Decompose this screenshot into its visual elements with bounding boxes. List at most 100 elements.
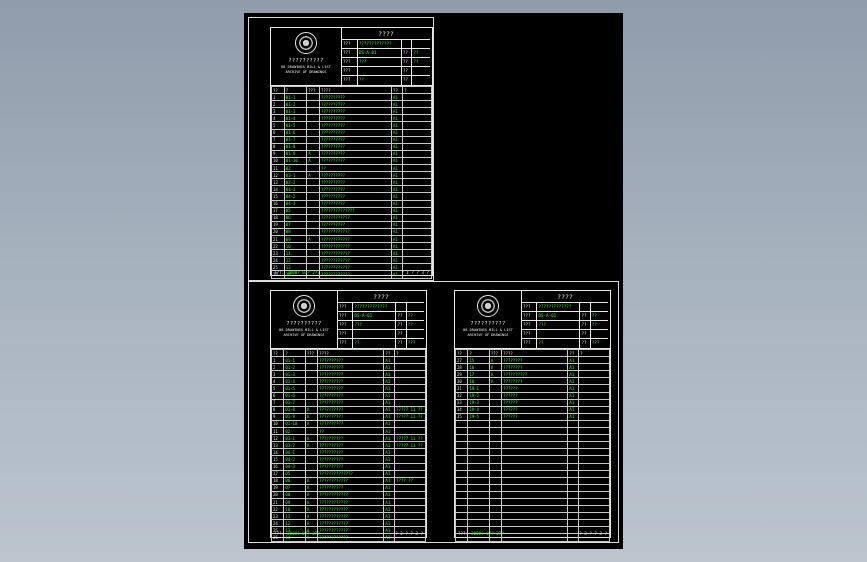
table-header-cell: ???? — [317, 348, 385, 358]
table-row[interactable]: 21 09 A???????????? A1 — [271, 234, 432, 244]
table-row[interactable]: 4 01-4?????????? A1 — [270, 377, 426, 386]
table-cell — [306, 114, 320, 123]
title-block-fields: ??????????????????????? DS-A-01??????????… — [521, 291, 608, 349]
drawing-list-sheet-2[interactable]: ?????????? 88 DRAWINGS BILL & LIST ARCHIVE… — [270, 290, 427, 542]
table-row[interactable]: 9 01-9 A?????????? A1 ????7 11 ?? — [270, 412, 426, 421]
table-cell: ?????? — [501, 412, 569, 421]
table-row[interactable]: 22 10???????????? A1 — [271, 242, 432, 251]
table-row[interactable]: 21 09 A???????????? A1 — [270, 497, 426, 507]
table-row[interactable]: 13 03-2 A?????????? A1 ????7 11 ?? — [270, 441, 426, 450]
table-row[interactable]: 2 01-2?????????? A1 — [271, 100, 432, 109]
table-row[interactable] — [454, 483, 610, 492]
table-cell — [567, 419, 580, 429]
table-row[interactable]: 8 01-8 A?????????? A1 ????7 11 ?? — [270, 405, 426, 414]
title-block-cell: ??? — [407, 340, 416, 345]
table-row[interactable]: 7 01-7?????????? A1 — [271, 135, 432, 144]
table-row[interactable]: 7 01-7?????????? A1 — [270, 398, 426, 407]
table-row[interactable] — [454, 441, 610, 450]
table-row[interactable]: 12 03-1 A?????????? A1 ????7 11 ?? — [270, 434, 426, 443]
cad-model-space[interactable]: ?????????? 88 DRAWINGS BILL & LIST ARCHIVE… — [244, 13, 623, 549]
table-row[interactable]: 10 01-10 A?????????? A1 — [271, 156, 432, 166]
table-row[interactable]: 11 02?? A1 — [270, 427, 426, 436]
table-row[interactable] — [454, 434, 610, 443]
table-row[interactable] — [454, 519, 610, 528]
table-row[interactable]: 10 01-10 A?????????? A1 — [270, 419, 426, 429]
table-row[interactable] — [454, 469, 610, 478]
table-cell: 5 — [270, 384, 285, 393]
table-row[interactable]: 16 04-3?????????? A1 — [271, 199, 432, 208]
table-row[interactable]: 17 05?????????????? A1 — [271, 206, 432, 215]
table-row[interactable] — [454, 490, 610, 499]
table-row[interactable]: 15 04-2?????????? A1 — [271, 192, 432, 201]
table-cell: 6 — [271, 128, 285, 137]
table-row[interactable] — [454, 455, 610, 464]
table-row[interactable] — [454, 427, 610, 436]
table-cell — [488, 384, 503, 393]
table-row[interactable]: 31 19-1?????? A1 — [454, 384, 610, 393]
table-row[interactable]: 5 01-5?????????? A1 — [271, 121, 432, 130]
table-row[interactable]: 28 16 A???????? A1 — [454, 363, 610, 372]
title-block-cell — [396, 303, 407, 311]
table-row[interactable]: 30 18 A???????? A1 — [454, 377, 610, 386]
table-row[interactable]: 20 08???????????? A1 — [271, 227, 432, 236]
table-row[interactable]: 33 19-3?????? A1 — [454, 398, 610, 407]
table-row[interactable]: 8 01-8?????????? A1 — [271, 142, 432, 151]
drawing-list-sheet-1[interactable]: ?????????? 88 DRAWINGS BILL & LIST ARCHIVE… — [270, 27, 433, 279]
table-row[interactable]: 14 04-1?????????? A1 — [270, 448, 426, 457]
table-cell — [501, 519, 569, 528]
table-row[interactable]: 13 03-2?????????? A1 — [271, 178, 432, 187]
table-row[interactable]: 3 01-3?????????? A1 — [270, 370, 426, 379]
table-row[interactable]: 6 01-6?????????? A1 — [271, 128, 432, 137]
table-row[interactable] — [454, 419, 610, 429]
table-row[interactable] — [454, 448, 610, 457]
table-row[interactable]: 35 19-5?????? A1 — [454, 412, 610, 421]
table-row[interactable]: 20 08 A???????????? A1 — [270, 490, 426, 499]
table-row[interactable]: 18 06???????????? A1 — [271, 213, 432, 222]
table-row[interactable]: 24 12 A???????????? A1 — [270, 519, 426, 528]
table-row[interactable]: 3 01-3?????????? A1 — [271, 107, 432, 116]
table-row[interactable]: 23 11???????????? A1 — [271, 249, 432, 258]
table-row[interactable]: 19 07 A?????????? A1 — [270, 483, 426, 492]
table-row[interactable]: 27 15 A???????? A1 — [454, 356, 610, 365]
sheet-footer: ???: 2008? 07? 27? ? 1 ? ? 3 ? — [274, 270, 429, 275]
table-row[interactable]: 5 01-5?????????? A1 — [270, 384, 426, 393]
table-cell: 01-1 — [283, 356, 306, 365]
table-cell — [488, 455, 503, 464]
table-row[interactable]: 23 11 A???????????? A1 — [270, 512, 426, 521]
table-row[interactable]: 32 19-2?????? A1 — [454, 391, 610, 400]
title-block-cell: ????????????? — [537, 303, 581, 311]
table-row[interactable]: 18 06 A???????????? A1???? ?? — [270, 476, 426, 485]
table-row[interactable]: 11 02?? A1 — [271, 164, 432, 173]
table-row[interactable]: 4 01-4?????????? A1 — [271, 114, 432, 123]
table-cell: 03-1 — [283, 171, 308, 180]
table-row[interactable]: 29 17 A?????????? A1 — [454, 370, 610, 379]
table-row[interactable]: 1 01-1?????????? A1 — [270, 356, 426, 365]
table-row[interactable]: 16 04-3?????????? A1 — [270, 462, 426, 471]
table-cell: A1 — [390, 192, 404, 201]
table-row[interactable]: 15 04-2?????????? A1 — [270, 455, 426, 464]
table-row[interactable]: 2 01-2?????????? A1 — [270, 363, 426, 372]
table-row[interactable] — [454, 462, 610, 471]
drawing-list-sheet-3[interactable]: ?????????? 88 DRAWINGS BILL & LIST ARCHIVE… — [454, 290, 611, 542]
table-cell: 15 — [270, 455, 285, 464]
table-row[interactable] — [454, 512, 610, 521]
table-cell — [304, 448, 319, 457]
table-cell: A1 — [383, 455, 396, 464]
table-cell — [567, 455, 580, 464]
table-row[interactable]: 12 03-1 A?????????? A1 — [271, 171, 432, 180]
table-row[interactable] — [454, 497, 610, 507]
table-row[interactable]: 22 10 A???????????? A1 — [270, 505, 426, 514]
table-row[interactable] — [454, 505, 610, 514]
table-row[interactable]: 17 05?????????????? A1 — [270, 469, 426, 478]
table-row[interactable]: 34 19-4?????? A1 — [454, 405, 610, 414]
table-cell: A1 — [567, 377, 580, 386]
table-row[interactable] — [454, 476, 610, 485]
table-cell: ?????????? — [318, 171, 392, 180]
table-row[interactable]: 6 01-6?????????? A1 — [270, 391, 426, 400]
table-row[interactable]: 9 01-9 A?????????? A1 — [271, 149, 432, 158]
table-row[interactable]: 14 04-1?????????? A1 — [271, 185, 432, 194]
table-row[interactable]: 1 01-1?????????? A1 — [271, 93, 432, 102]
table-row[interactable]: 19 07?????????? A1 — [271, 220, 432, 229]
table-row[interactable]: 24 12???????????? A1 — [271, 256, 432, 265]
table-cell — [567, 427, 580, 436]
